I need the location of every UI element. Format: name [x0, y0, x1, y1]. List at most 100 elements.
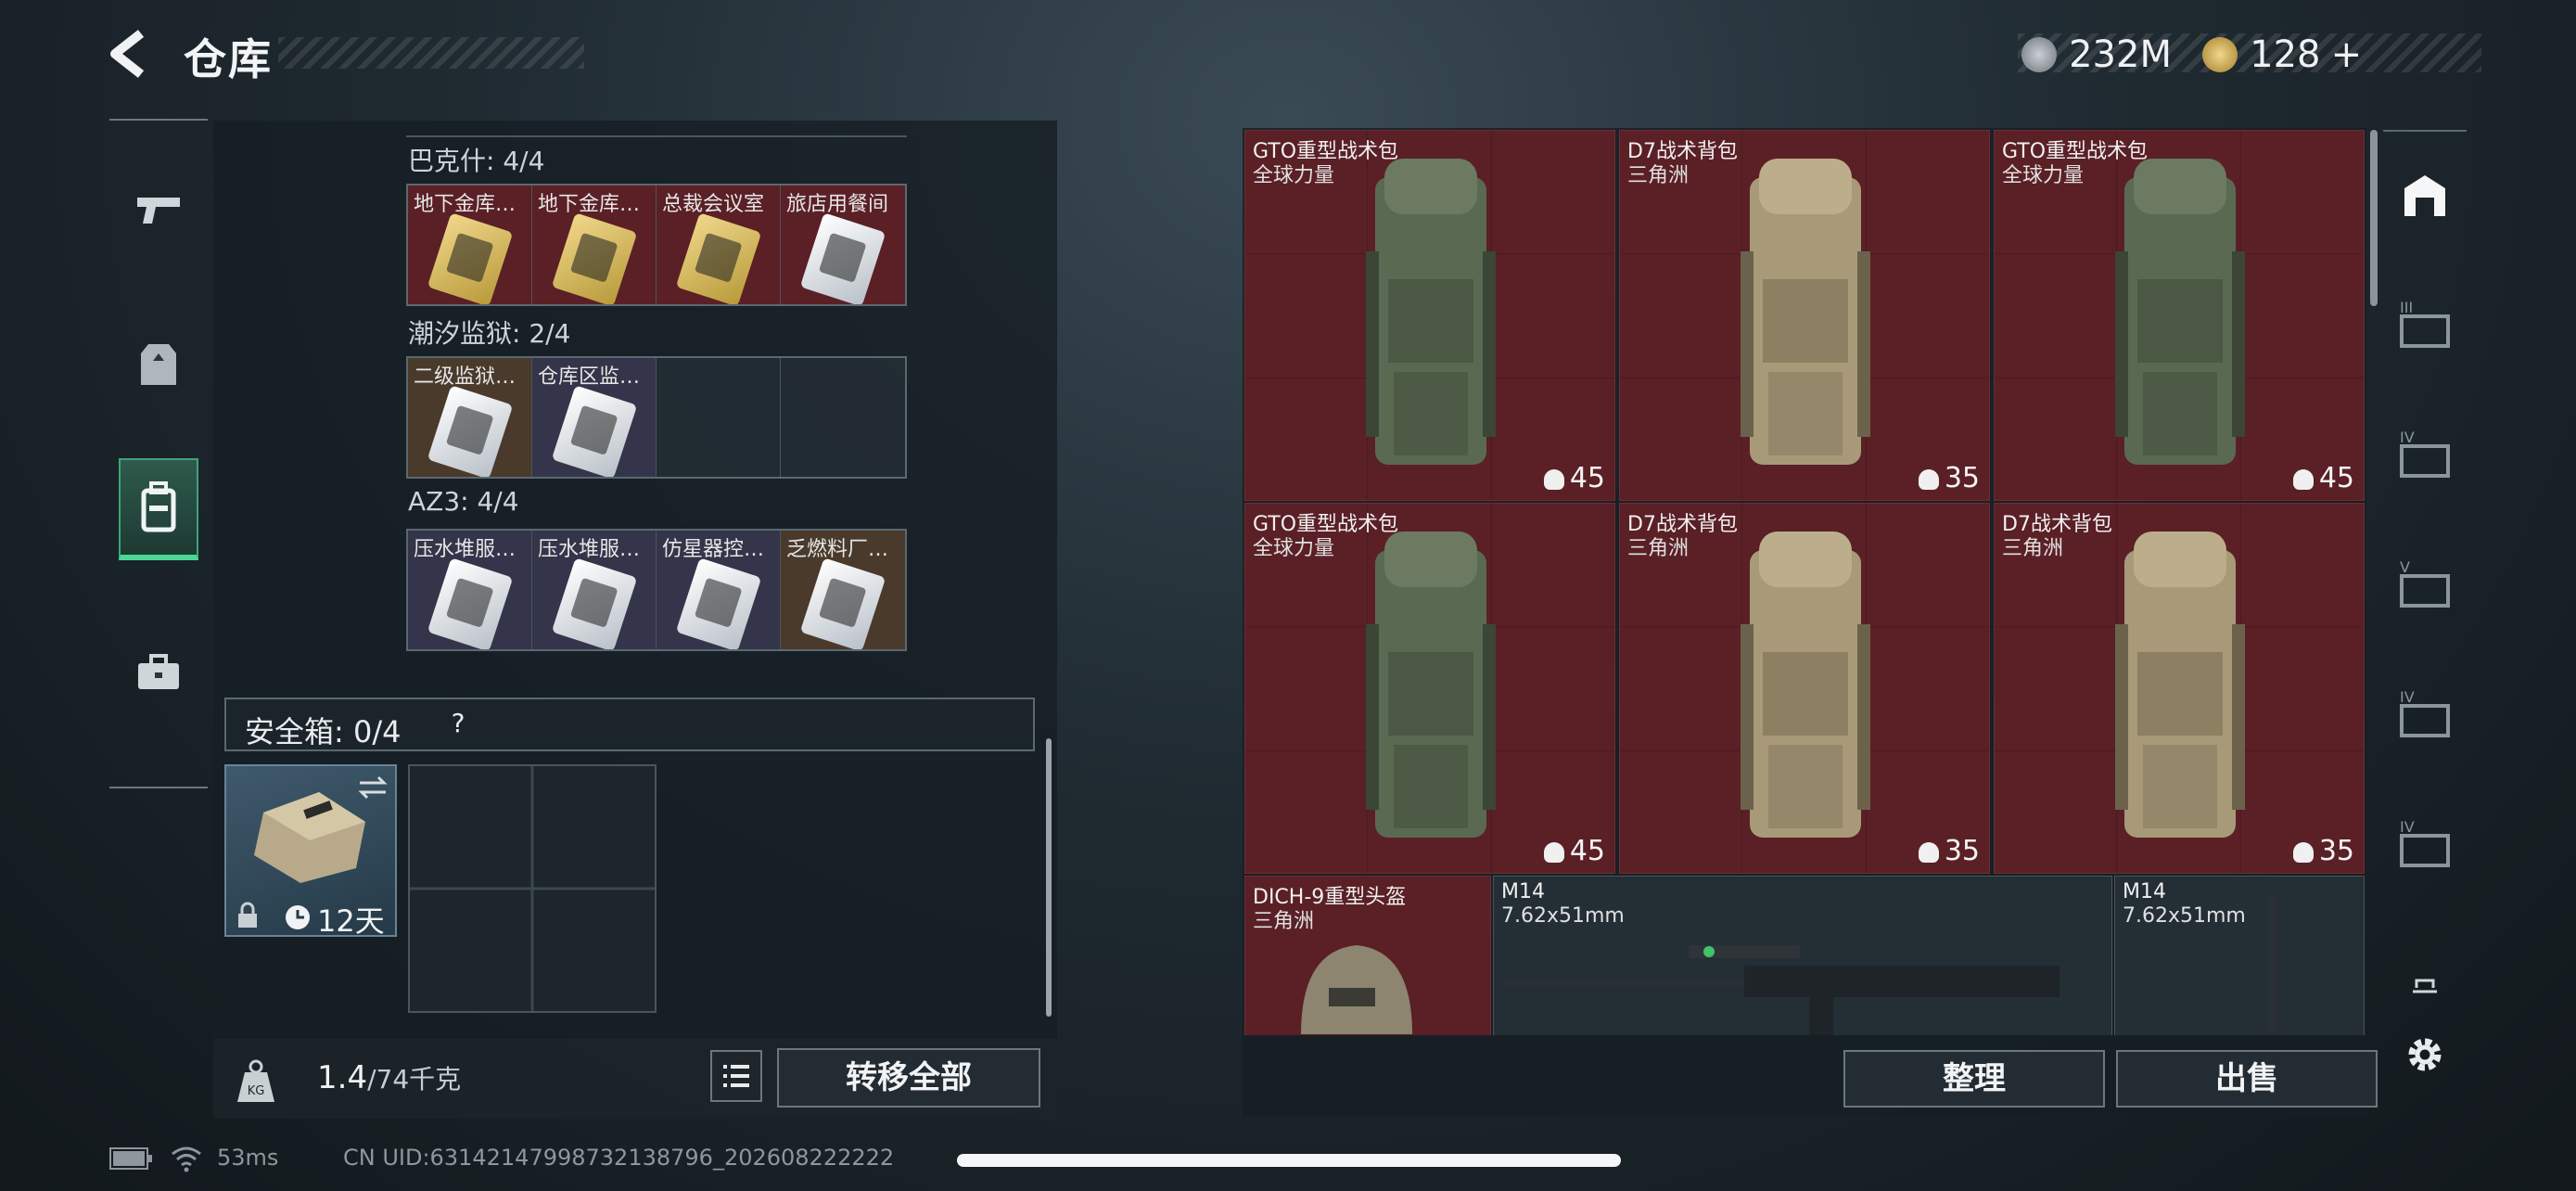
keycard-scrollbar[interactable] — [1046, 738, 1052, 1017]
page-title: 仓库 — [184, 34, 273, 84]
keycard-slot[interactable]: 压水堆服… — [532, 531, 657, 649]
keycard-icon — [551, 557, 638, 649]
tier-label: V — [2400, 558, 2410, 576]
keycard-slot[interactable]: 仿星器控… — [657, 531, 781, 649]
safe-case-icon — [254, 792, 365, 883]
add-currency-button[interactable]: + — [2331, 33, 2363, 76]
capacity-badge: 45 — [1543, 462, 1605, 494]
section-title-tidal-prison: 潮汐监狱: 2/4 — [408, 318, 571, 349]
swap-icon[interactable] — [356, 774, 389, 801]
transfer-all-button[interactable]: 转移全部 — [777, 1048, 1040, 1108]
nav-armor[interactable] — [119, 314, 198, 416]
capacity-badge: 35 — [2292, 835, 2354, 867]
item-faction: 全球力量 — [1253, 164, 1335, 187]
keycard-label: 总裁会议室 — [662, 193, 765, 216]
sell-button[interactable]: 出售 — [2116, 1050, 2378, 1108]
filter-tier-4[interactable]: IV — [2396, 427, 2454, 484]
rifle-image — [1503, 945, 2060, 1035]
tier-label: IV — [2400, 429, 2415, 446]
keycard-icon — [551, 385, 638, 477]
keycard-slot-empty[interactable] — [657, 358, 781, 477]
stash-item-rifle[interactable]: M14 7.62x51mm — [1493, 876, 2112, 1035]
stash-item[interactable]: GTO重型战术包 全球力量 45 — [1244, 130, 1615, 501]
tier-4-icon: IV — [2400, 429, 2450, 478]
backpack-icon — [141, 481, 176, 532]
keycard-label: 仿星器控… — [662, 538, 765, 561]
weight-icon: KG — [237, 1059, 274, 1102]
capacity-bar: KG 1.4/74千克 转移全部 — [213, 1039, 1057, 1119]
collapse-button[interactable] — [2396, 955, 2454, 1013]
capacity-badge: 35 — [1918, 835, 1980, 867]
tier-label: III — [2400, 299, 2413, 316]
item-caliber: 7.62x51mm — [1501, 904, 1625, 928]
backpack-image — [1741, 531, 1870, 838]
stash-item-helmet[interactable]: DICH-9重型头盔 三角洲 — [1244, 876, 1491, 1035]
stash-item[interactable]: GTO重型战术包 全球力量 45 — [1244, 503, 1615, 874]
filter-tier-3[interactable]: III — [2396, 297, 2454, 354]
stash-item-rifle[interactable]: M14 7.62x51mm — [2114, 876, 2365, 1035]
weight-lock-button[interactable]: KG — [232, 1057, 280, 1106]
keycard-slot[interactable]: 乏燃料厂… — [781, 531, 905, 649]
stash-item[interactable]: D7战术背包 三角洲 35 — [1994, 503, 2365, 874]
sidebar-divider — [2383, 130, 2467, 132]
keycard-label: 乏燃料厂… — [786, 538, 889, 561]
lock-icon — [238, 902, 257, 928]
home-indicator[interactable] — [957, 1154, 1621, 1167]
stash-item[interactable]: GTO重型战术包 全球力量 45 — [1994, 130, 2365, 501]
nav-weapons[interactable] — [119, 158, 198, 260]
capacity-badge: 35 — [1918, 462, 1980, 494]
help-icon[interactable]: ? — [440, 705, 477, 742]
keycard-slot[interactable]: 仓库区监… — [532, 358, 657, 477]
list-icon — [723, 1065, 749, 1087]
list-view-button[interactable] — [710, 1050, 762, 1102]
keycard-slot[interactable]: 二级监狱… — [408, 358, 532, 477]
keycard-label: 旅店用餐间 — [786, 193, 889, 216]
safe-box-duration: 12天 — [317, 903, 385, 939]
filter-tier-4c[interactable]: IV — [2396, 816, 2454, 874]
stash-item[interactable]: D7战术背包 三角洲 35 — [1619, 503, 1990, 874]
backpack-image — [2115, 531, 2245, 838]
ping-readout: 53ms — [217, 1145, 279, 1171]
collapse-icon — [2413, 979, 2437, 993]
capacity-value: 45 — [1569, 835, 1605, 867]
keycard-row-tidal-prison: 二级监狱… 仓库区监… — [406, 356, 907, 479]
nav-backpacks[interactable] — [119, 458, 198, 560]
gear-icon — [2408, 1038, 2442, 1071]
rifle-image — [2269, 895, 2276, 1035]
settings-button[interactable] — [2396, 1026, 2454, 1083]
sort-button[interactable]: 整理 — [1843, 1050, 2105, 1108]
stash-scrollbar[interactable] — [2370, 130, 2378, 306]
uid-readout: CN UID:6314214799873213879​6_20260822222… — [343, 1145, 895, 1171]
back-button[interactable] — [104, 26, 159, 82]
nav-supplies[interactable] — [119, 621, 198, 724]
item-faction: 三角洲 — [2002, 537, 2064, 560]
capacity-value: 35 — [1944, 835, 1980, 867]
item-faction: 三角洲 — [1627, 537, 1690, 560]
clock-icon — [286, 905, 310, 929]
filter-tier-4b[interactable]: IV — [2396, 686, 2454, 744]
safe-box-item[interactable]: 12天 — [224, 764, 397, 939]
keycard-slot[interactable]: 旅店用餐间 — [781, 186, 905, 304]
keycard-icon — [675, 212, 762, 304]
item-name: M14 — [1501, 880, 1545, 903]
capacity-icon — [1543, 841, 1564, 863]
keycard-slot[interactable]: 压水堆服… — [408, 531, 532, 649]
stash-item[interactable]: D7战术背包 三角洲 35 — [1619, 130, 1990, 501]
stash-home-icon — [2404, 175, 2445, 216]
weapon-icon — [137, 198, 180, 224]
silver-coin-icon — [2021, 37, 2057, 72]
currency-bar: 232M 128 + — [2021, 33, 2485, 76]
safe-box-header: 安全箱: 0/4 ? — [224, 698, 1035, 751]
gold-currency-value: 128 — [2250, 33, 2321, 76]
keycard-slot-empty[interactable] — [781, 358, 905, 477]
back-arrow-icon — [110, 30, 145, 78]
keycard-row-bakesh: 地下金库… 地下金库… 总裁会议室 旅店用餐间 — [406, 184, 907, 306]
keycard-slot[interactable]: 地下金库… — [532, 186, 657, 304]
safe-box-grid[interactable] — [408, 764, 657, 1013]
filter-tier-5[interactable]: V — [2396, 557, 2454, 614]
keycard-slot[interactable]: 地下金库… — [408, 186, 532, 304]
filter-all[interactable] — [2396, 167, 2454, 224]
keycard-slot[interactable]: 总裁会议室 — [657, 186, 781, 304]
wifi-icon — [172, 1146, 201, 1172]
stash-filter-sidebar: III IV V IV IV — [2383, 130, 2467, 1113]
